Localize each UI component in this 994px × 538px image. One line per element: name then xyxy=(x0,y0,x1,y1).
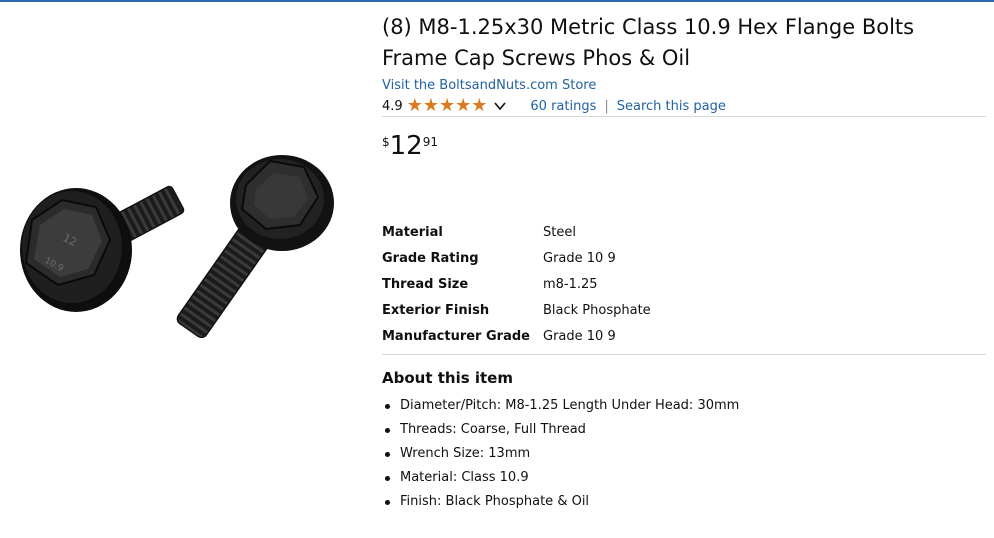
product-title-line2: Frame Cap Screws Phos & Oil xyxy=(382,46,691,70)
product-specs-table: Material Steel Grade Rating Grade 10 9 T… xyxy=(382,219,651,349)
bolt-left: 12 10.9 xyxy=(20,185,185,312)
rating-value: 4.9 xyxy=(382,98,403,114)
store-link[interactable]: Visit the BoltsandNuts.com Store xyxy=(382,78,596,93)
spec-value: Steel xyxy=(543,224,576,240)
rating-row: 4.9 ★ ★ ★ ★ ★ 60 ratings | Search this p… xyxy=(382,96,986,116)
chevron-down-icon[interactable] xyxy=(492,99,508,113)
price-currency-symbol: $ xyxy=(382,135,390,149)
spec-key: Material xyxy=(382,224,443,240)
spec-key: Grade Rating xyxy=(382,250,479,266)
star-rating[interactable]: ★ ★ ★ ★ ★ xyxy=(407,97,488,115)
rating-separator: | xyxy=(604,98,609,114)
spec-value: m8-1.25 xyxy=(543,276,598,292)
spec-key: Manufacturer Grade xyxy=(382,328,530,344)
about-bullets: Diameter/Pitch: M8-1.25 Length Under Hea… xyxy=(382,394,986,514)
spec-row: Manufacturer Grade Grade 10 9 xyxy=(382,323,651,349)
bolt-right xyxy=(176,155,334,339)
star-icon: ★ xyxy=(422,95,439,116)
product-info-panel: (8) M8-1.25x30 Metric Class 10.9 Hex Fla… xyxy=(382,12,986,514)
ratings-count-link[interactable]: 60 ratings xyxy=(530,99,596,114)
spec-row: Thread Size m8-1.25 xyxy=(382,271,651,297)
list-item: Diameter/Pitch: M8-1.25 Length Under Hea… xyxy=(382,394,986,418)
price: $1291 xyxy=(382,131,986,171)
product-title-line1: (8) M8-1.25x30 Metric Class 10.9 Hex Fla… xyxy=(382,15,915,39)
star-icon: ★ xyxy=(471,95,488,116)
price-fraction: 91 xyxy=(422,135,439,149)
divider xyxy=(382,116,986,117)
product-image[interactable]: 12 10.9 xyxy=(14,145,344,345)
list-item: Wrench Size: 13mm xyxy=(382,442,986,466)
spec-value: Black Phosphate xyxy=(543,302,651,318)
spec-value: Grade 10 9 xyxy=(543,328,616,344)
price-whole: 12 xyxy=(389,131,423,161)
spec-key: Thread Size xyxy=(382,276,469,292)
spec-row: Material Steel xyxy=(382,219,651,245)
top-accent-rule xyxy=(0,0,994,2)
star-icon: ★ xyxy=(438,95,456,116)
spec-row: Exterior Finish Black Phosphate xyxy=(382,297,651,323)
spec-row: Grade Rating Grade 10 9 xyxy=(382,245,651,271)
spec-key: Exterior Finish xyxy=(382,302,490,318)
list-item: Material: Class 10.9 xyxy=(382,466,986,490)
star-icon: ★ xyxy=(455,95,472,116)
list-item: Threads: Coarse, Full Thread xyxy=(382,418,986,442)
product-title: (8) M8-1.25x30 Metric Class 10.9 Hex Fla… xyxy=(382,12,986,74)
star-icon: ★ xyxy=(406,95,423,116)
about-this-item-heading: About this item xyxy=(382,369,513,387)
divider xyxy=(382,354,986,355)
list-item: Finish: Black Phosphate & Oil xyxy=(382,490,986,514)
spec-value: Grade 10 9 xyxy=(543,250,616,266)
search-this-page-link[interactable]: Search this page xyxy=(617,99,726,114)
